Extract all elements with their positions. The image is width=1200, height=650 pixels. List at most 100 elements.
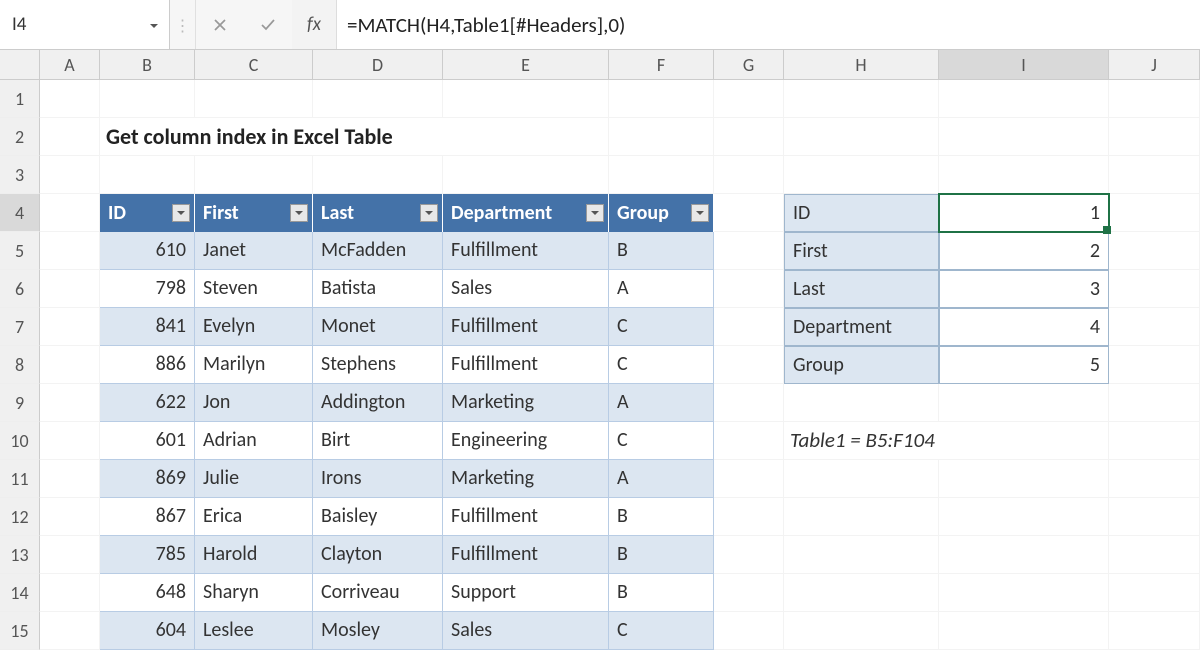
page-title[interactable]: Get column index in Excel Table	[100, 118, 609, 156]
lookup-val[interactable]: 2	[939, 232, 1109, 270]
col-header-F[interactable]: F	[609, 50, 714, 79]
table-cell[interactable]: Sales	[443, 270, 609, 308]
table-cell[interactable]: 867	[100, 498, 195, 536]
fx-label[interactable]: fx	[292, 13, 336, 36]
col-header-J[interactable]: J	[1109, 50, 1200, 79]
filter-dropdown-icon[interactable]	[172, 204, 190, 222]
cell-I2[interactable]	[939, 118, 1109, 156]
row-header-9[interactable]: 9	[0, 384, 40, 422]
table-cell[interactable]: Fulfillment	[443, 232, 609, 270]
lookup-val-selected[interactable]: 1	[939, 194, 1109, 232]
table-cell[interactable]: Marketing	[443, 384, 609, 422]
formula-input[interactable]: =MATCH(H4,Table1[#Headers],0)	[336, 0, 1200, 49]
row-header-15[interactable]: 15	[0, 612, 40, 650]
lookup-key[interactable]: Department	[784, 308, 939, 346]
table-header-dept[interactable]: Department	[443, 194, 609, 232]
table-cell[interactable]: A	[609, 270, 714, 308]
cell-H2[interactable]	[784, 118, 939, 156]
col-header-C[interactable]: C	[195, 50, 313, 79]
table-cell[interactable]: Irons	[313, 460, 443, 498]
table-cell[interactable]: Fulfillment	[443, 308, 609, 346]
table-cell[interactable]: Adrian	[195, 422, 313, 460]
row-header-11[interactable]: 11	[0, 460, 40, 498]
cell-E1[interactable]	[443, 80, 609, 118]
row-header-5[interactable]: 5	[0, 232, 40, 270]
cancel-formula-button[interactable]	[196, 0, 244, 49]
table-cell[interactable]: Fulfillment	[443, 346, 609, 384]
lookup-key[interactable]: ID	[784, 194, 939, 232]
table-cell[interactable]: Corriveau	[313, 574, 443, 612]
cell-G2[interactable]	[714, 118, 784, 156]
table-cell[interactable]: Clayton	[313, 536, 443, 574]
row-header-6[interactable]: 6	[0, 270, 40, 308]
name-box-dropdown-icon[interactable]	[145, 13, 163, 37]
table-cell[interactable]: Evelyn	[195, 308, 313, 346]
row-header-7[interactable]: 7	[0, 308, 40, 346]
filter-dropdown-icon[interactable]	[420, 204, 438, 222]
table-cell[interactable]: Mosley	[313, 612, 443, 650]
name-box[interactable]: I4	[0, 0, 170, 49]
col-header-A[interactable]: A	[40, 50, 100, 79]
table-cell[interactable]: Addington	[313, 384, 443, 422]
row-header-3[interactable]: 3	[0, 156, 40, 194]
table-cell[interactable]: A	[609, 460, 714, 498]
row-header-8[interactable]: 8	[0, 346, 40, 384]
table-cell[interactable]: C	[609, 346, 714, 384]
table-header-last[interactable]: Last	[313, 194, 443, 232]
accept-formula-button[interactable]	[244, 0, 292, 49]
table-header-group[interactable]: Group	[609, 194, 714, 232]
table-cell[interactable]: 785	[100, 536, 195, 574]
cell-I1[interactable]	[939, 80, 1109, 118]
cell-F1[interactable]	[609, 80, 714, 118]
table-cell[interactable]: 601	[100, 422, 195, 460]
table-cell[interactable]: 622	[100, 384, 195, 422]
lookup-key[interactable]: Group	[784, 346, 939, 384]
row-header-14[interactable]: 14	[0, 574, 40, 612]
table-cell[interactable]: Baisley	[313, 498, 443, 536]
table-cell[interactable]: McFadden	[313, 232, 443, 270]
table-cell[interactable]: Batista	[313, 270, 443, 308]
table-cell[interactable]: Julie	[195, 460, 313, 498]
table-cell[interactable]: 610	[100, 232, 195, 270]
cell-J2[interactable]	[1109, 118, 1200, 156]
table-cell[interactable]: Marilyn	[195, 346, 313, 384]
table-cell[interactable]: Marketing	[443, 460, 609, 498]
table-cell[interactable]: 798	[100, 270, 195, 308]
select-all-corner[interactable]	[0, 50, 40, 79]
table-header-id[interactable]: ID	[100, 194, 195, 232]
table-cell[interactable]: Erica	[195, 498, 313, 536]
cell-D1[interactable]	[313, 80, 443, 118]
col-header-G[interactable]: G	[714, 50, 784, 79]
row-header-2[interactable]: 2	[0, 118, 40, 156]
table-cell[interactable]: 648	[100, 574, 195, 612]
cell-C1[interactable]	[195, 80, 313, 118]
table-cell[interactable]: B	[609, 232, 714, 270]
table-cell[interactable]: Janet	[195, 232, 313, 270]
col-header-H[interactable]: H	[784, 50, 939, 79]
table-cell[interactable]: C	[609, 422, 714, 460]
table-cell[interactable]: Stephens	[313, 346, 443, 384]
table-cell[interactable]: C	[609, 612, 714, 650]
row-header-1[interactable]: 1	[0, 80, 40, 118]
cell-G1[interactable]	[714, 80, 784, 118]
cell-A1[interactable]	[40, 80, 100, 118]
table-cell[interactable]: Engineering	[443, 422, 609, 460]
table-cell[interactable]: B	[609, 536, 714, 574]
table-cell[interactable]: 886	[100, 346, 195, 384]
table-range-note[interactable]: Table1 = B5:F104	[784, 422, 1109, 460]
col-header-I[interactable]: I	[939, 50, 1109, 79]
table-header-first[interactable]: First	[195, 194, 313, 232]
filter-dropdown-icon[interactable]	[290, 204, 308, 222]
table-cell[interactable]: B	[609, 498, 714, 536]
table-cell[interactable]: Sales	[443, 612, 609, 650]
filter-dropdown-icon[interactable]	[586, 204, 604, 222]
table-cell[interactable]: Steven	[195, 270, 313, 308]
col-header-D[interactable]: D	[313, 50, 443, 79]
row-header-4[interactable]: 4	[0, 194, 40, 232]
table-cell[interactable]: C	[609, 308, 714, 346]
row-header-12[interactable]: 12	[0, 498, 40, 536]
lookup-val[interactable]: 3	[939, 270, 1109, 308]
table-cell[interactable]: Fulfillment	[443, 536, 609, 574]
row-header-13[interactable]: 13	[0, 536, 40, 574]
col-header-E[interactable]: E	[443, 50, 609, 79]
